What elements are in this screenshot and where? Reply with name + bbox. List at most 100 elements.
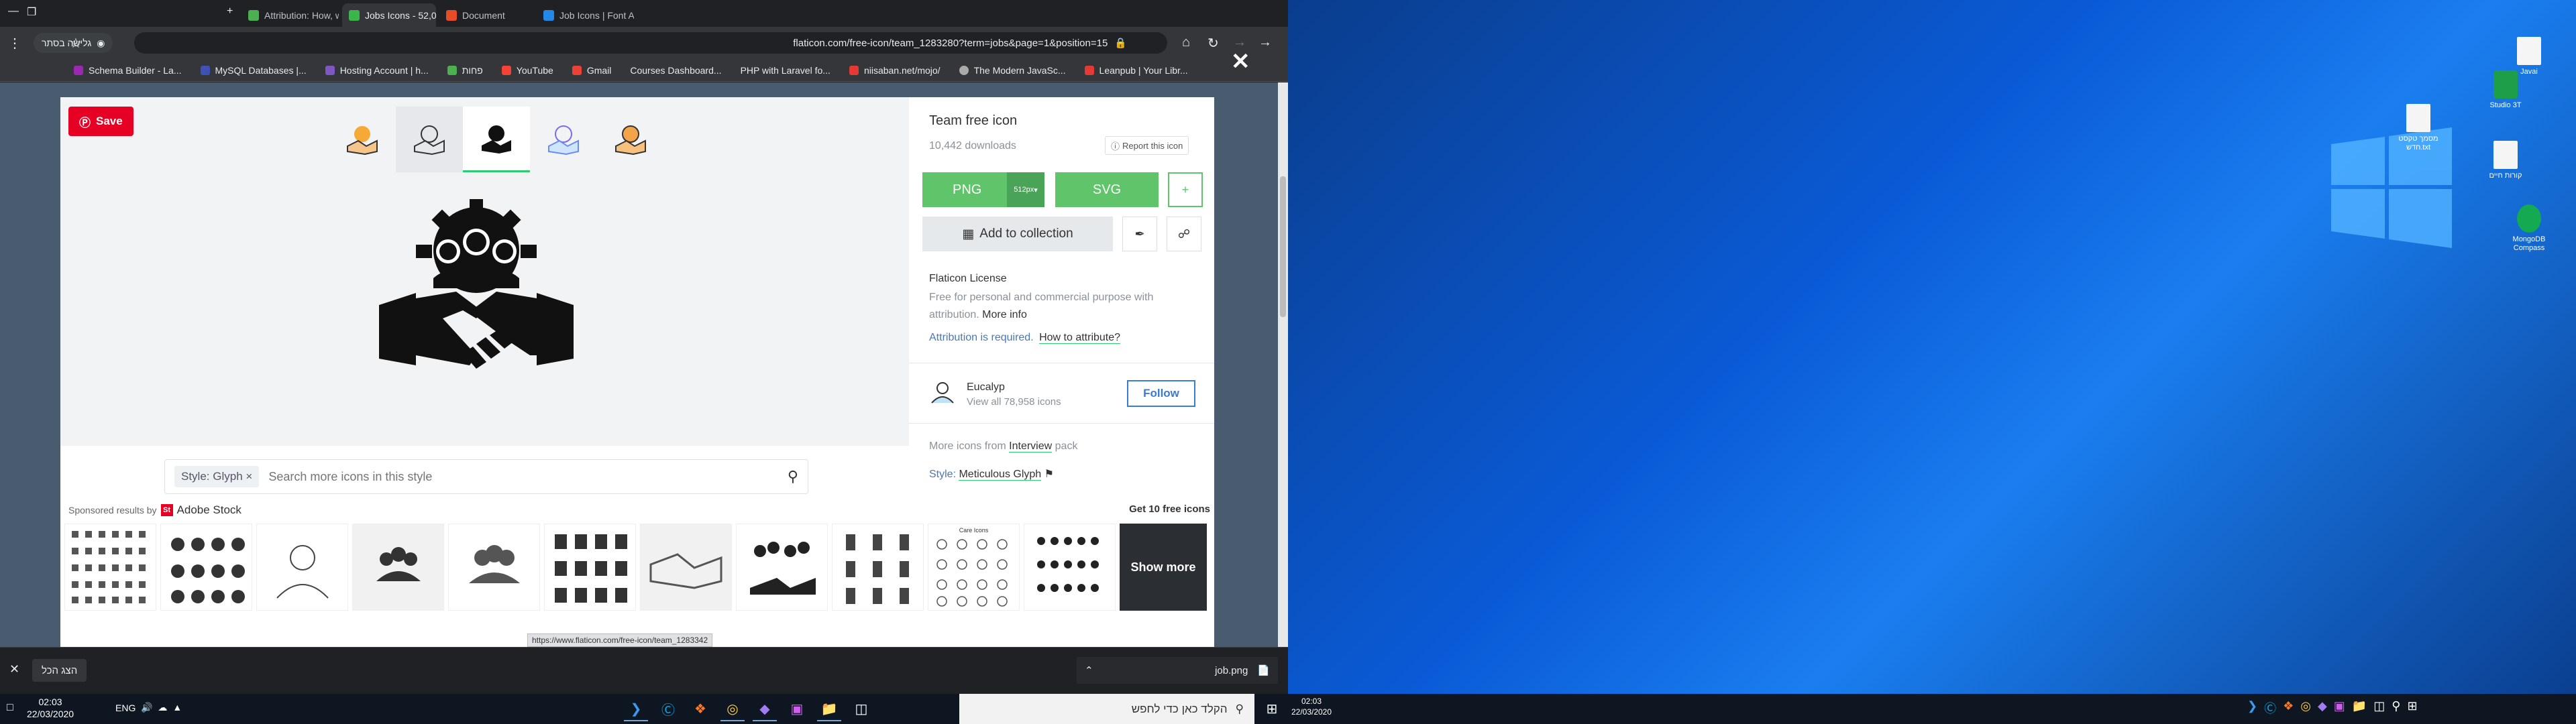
back-icon[interactable]: → <box>1258 35 1272 50</box>
bookmark-item[interactable]: Gmail <box>572 65 611 76</box>
desktop-icon[interactable]: Studio 3T <box>2475 70 2536 110</box>
close-modal-icon[interactable]: ✕ <box>1231 48 1250 75</box>
bookmark-item[interactable]: YouTube <box>501 65 553 76</box>
bookmark-item[interactable]: MySQL Databases |... <box>200 65 307 76</box>
tab-attribution[interactable]: Attribution: How, when and whe ✕ <box>241 3 339 27</box>
share-button[interactable]: ☍ <box>1167 217 1201 251</box>
clock[interactable]: 02:03 22/03/2020 <box>27 696 74 720</box>
page-scrollbar[interactable] <box>1278 82 1288 647</box>
xampp-icon[interactable]: ❖ <box>688 697 712 721</box>
tray-icons[interactable]: 🔊☁▲ <box>141 702 187 713</box>
variant-thumb-color[interactable] <box>329 107 396 172</box>
author-icon-count[interactable]: View all 78,958 icons <box>967 396 1061 408</box>
scroll-thumb[interactable] <box>1280 176 1286 317</box>
search-input[interactable] <box>268 469 778 484</box>
bookmark-item[interactable]: PHP with Laravel fo... <box>741 65 830 76</box>
edit-icon-button[interactable]: ✒ <box>1122 217 1157 251</box>
task-view-icon[interactable]: ◫ <box>849 697 873 721</box>
file-explorer-icon[interactable]: 📁 <box>817 697 841 721</box>
stock-result[interactable] <box>640 524 732 611</box>
star-icon[interactable]: ☆ <box>70 35 82 52</box>
vscode-icon[interactable]: ❯ <box>2247 699 2257 717</box>
clock[interactable]: 02:03 22/03/2020 <box>1288 696 1335 717</box>
windows-start-icon[interactable]: ⊞ <box>1256 694 1288 724</box>
chevron-up-icon[interactable]: ⌃ <box>1085 664 1093 676</box>
variant-thumb-gradient[interactable] <box>530 107 597 172</box>
minimize-icon[interactable]: — <box>8 5 19 17</box>
url-field[interactable]: flaticon.com/free-icon/team_1283280?term… <box>134 32 1167 54</box>
search-icon[interactable]: ⚲ <box>2392 699 2400 717</box>
stock-result[interactable] <box>352 524 444 611</box>
restore-icon[interactable]: ❐ <box>27 5 36 19</box>
stock-result[interactable] <box>1024 524 1116 611</box>
phpstorm-icon[interactable]: ▣ <box>2334 699 2345 717</box>
chrome-icon[interactable]: ◎ <box>2300 699 2311 717</box>
variant-thumb-line[interactable] <box>396 107 463 172</box>
studio3t-icon[interactable]: ◆ <box>753 697 777 721</box>
stock-result[interactable] <box>832 524 924 611</box>
tab-document[interactable]: Document <box>439 3 533 27</box>
bookmark-item[interactable]: The Modern JavaSc... <box>959 65 1066 76</box>
home-icon[interactable]: ⌂ <box>1182 35 1190 50</box>
show-more-button[interactable]: Show more <box>1120 524 1207 611</box>
get-free-icons-link[interactable]: Get 10 free icons <box>1129 503 1210 515</box>
variant-thumb-glyph[interactable] <box>463 107 530 172</box>
add-to-collection-button[interactable]: ▦ Add to collection <box>922 217 1113 251</box>
close-icon[interactable]: ✕ <box>9 662 19 676</box>
chrome-icon[interactable]: ◎ <box>720 697 745 721</box>
skype-icon[interactable]: Ⓒ <box>656 697 680 721</box>
windows-start-icon[interactable]: ⊞ <box>2407 699 2417 717</box>
notifications-icon[interactable]: □ <box>7 702 13 714</box>
search-icon[interactable]: ⚲ <box>788 468 798 485</box>
file-explorer-icon[interactable]: 📁 <box>2352 699 2367 717</box>
taskbar-search[interactable]: הקלד כאן כדי לחפש ⚲ <box>959 694 1254 724</box>
stock-result[interactable] <box>256 524 348 611</box>
download-png-button[interactable]: PNG 512px ▾ <box>922 172 1044 207</box>
download-item[interactable]: ⌃ job.png 📄 <box>1077 657 1278 684</box>
menu-dots-icon[interactable]: ⋮ <box>8 35 21 52</box>
tab-font-awesome[interactable]: Job Icons | Font Awesome <box>537 3 634 27</box>
xampp-icon[interactable]: ❖ <box>2283 699 2294 717</box>
follow-button[interactable]: Follow <box>1127 380 1195 407</box>
more-formats-button[interactable]: + <box>1168 172 1203 207</box>
author-name[interactable]: Eucalyp <box>967 381 1005 394</box>
bookmark-item[interactable]: Leanpub | Your Libr... <box>1084 65 1188 76</box>
language-indicator[interactable]: ENG <box>115 703 136 713</box>
pinterest-save-button[interactable]: Ⓟ Save <box>68 107 133 136</box>
more-info-link[interactable]: More info <box>982 309 1027 320</box>
stock-result[interactable] <box>160 524 252 611</box>
studio3t-icon[interactable]: ◆ <box>2318 699 2327 717</box>
bookmark-item[interactable]: niisaban.net/mojo/ <box>849 65 941 76</box>
downloads-bar: ✕ הצג הכל ⌃ job.png 📄 <box>0 647 1288 694</box>
show-all-downloads-button[interactable]: הצג הכל <box>32 659 87 682</box>
desktop-icon[interactable]: קורות חיים <box>2475 141 2536 180</box>
stock-result[interactable] <box>64 524 156 611</box>
stock-result[interactable] <box>544 524 636 611</box>
bookmark-item[interactable]: פחות <box>447 65 483 76</box>
style-filter-chip[interactable]: Style: Glyph × <box>174 466 260 487</box>
skype-icon[interactable]: Ⓒ <box>2264 699 2276 717</box>
how-to-attribute-link[interactable]: How to attribute? <box>1039 332 1121 344</box>
report-button[interactable]: ⓘ Report this icon <box>1105 136 1189 155</box>
bookmark-item[interactable]: Courses Dashboard... <box>630 65 721 76</box>
stock-result[interactable] <box>448 524 540 611</box>
desktop-icon[interactable]: מסמך טקסט חדש.txt <box>2388 104 2449 152</box>
vscode-icon[interactable]: ❯ <box>624 697 648 721</box>
png-size-select[interactable]: 512px ▾ <box>1007 172 1044 207</box>
pack-link[interactable]: Interview <box>1009 440 1053 452</box>
desktop-icon[interactable]: MongoDB Compass <box>2499 204 2559 253</box>
phpstorm-icon[interactable]: ▣ <box>785 697 809 721</box>
variant-thumb-filled-outline[interactable] <box>597 107 664 172</box>
task-view-icon[interactable]: ◫ <box>2373 699 2385 717</box>
tab-jobs-icons[interactable]: Jobs Icons - 52,024 free vector ic ✕ <box>342 3 436 27</box>
stock-result[interactable]: Care Icons <box>928 524 1020 611</box>
bookmark-item[interactable]: Hosting Account | h... <box>325 65 429 76</box>
bookmark-icon[interactable]: ⚑ <box>1044 469 1054 480</box>
reload-icon[interactable]: ↻ <box>1208 35 1219 52</box>
new-tab-icon[interactable]: + <box>227 5 233 17</box>
stock-result[interactable] <box>736 524 828 611</box>
bookmark-item[interactable]: Schema Builder - La... <box>74 65 182 76</box>
download-svg-button[interactable]: SVG <box>1055 172 1159 207</box>
author-avatar[interactable] <box>929 379 956 406</box>
style-link[interactable]: Meticulous Glyph <box>959 469 1042 481</box>
